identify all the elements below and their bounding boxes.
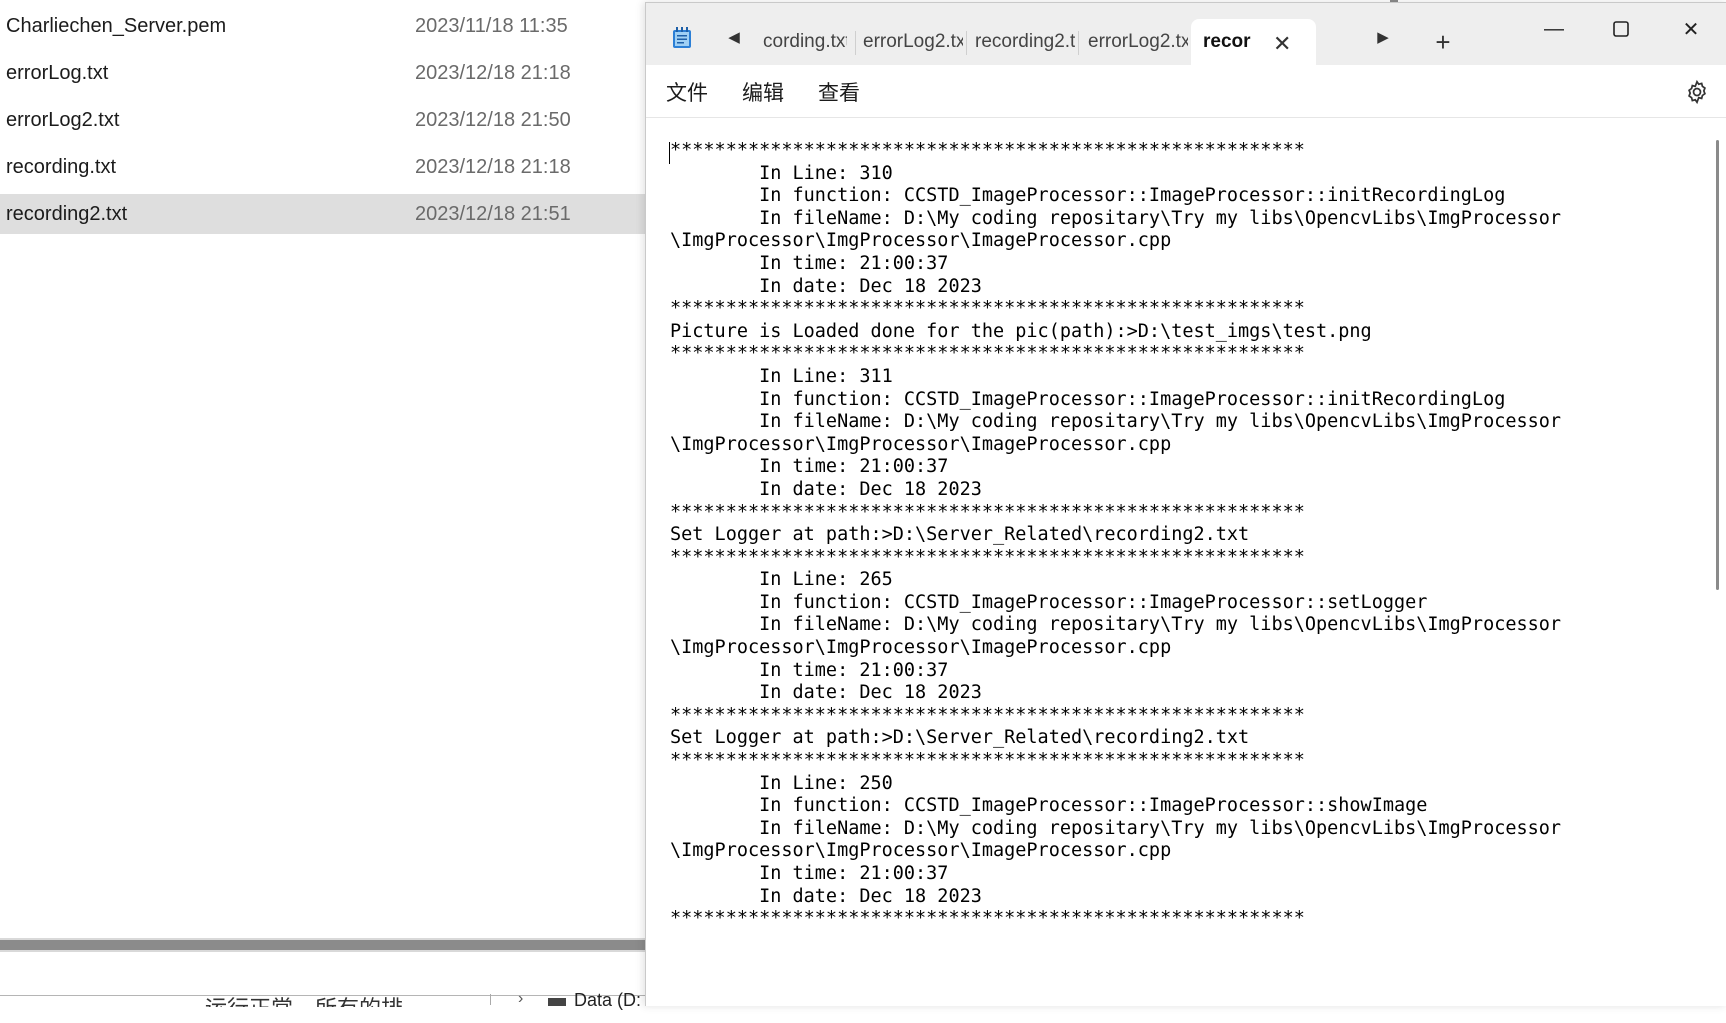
file-name: Charliechen_Server.pem [6,14,227,37]
file-date: 2023/11/18 11:35 [415,14,568,37]
tab[interactable]: errorLog2.tx [857,19,965,65]
new-tab-button[interactable]: + [1426,25,1460,59]
menu-bar: 文件 编辑 查看 [646,65,1726,118]
file-name: errorLog2.txt [6,108,120,131]
scrollbar-thumb[interactable] [0,940,645,950]
file-row[interactable]: errorLog.txt 2023/12/18 21:18 [0,53,645,93]
horizontal-scrollbar[interactable] [0,938,645,952]
tab[interactable]: errorLog2.tx [1080,19,1190,65]
tab-separator [1078,31,1079,55]
file-row[interactable]: Charliechen_Server.pem 2023/11/18 11:35 [0,6,645,46]
chevron-right-icon[interactable]: › [518,990,523,1008]
file-row[interactable]: recording.txt 2023/12/18 21:18 [0,147,645,187]
triangle-right-icon[interactable]: ▶ [1368,23,1398,51]
close-icon[interactable]: ✕ [1273,31,1291,57]
notepad-window: ◀ cording.txt errorLog2.tx recording2.t … [645,2,1726,1006]
editor-content[interactable]: ****************************************… [670,140,1561,931]
tab-label: cording.txt [763,31,847,52]
partial-status-text: 运行正常，所有的排 [205,996,404,1021]
file-date: 2023/12/18 21:50 [415,108,571,131]
file-row-selected[interactable]: recording2.txt 2023/12/18 21:51 [0,194,645,234]
file-explorer: Charliechen_Server.pem 2023/11/18 11:35 … [0,0,645,1010]
file-date: 2023/12/18 21:51 [415,202,571,225]
triangle-left-icon[interactable]: ◀ [719,23,749,51]
tab-separator [966,31,967,55]
title-bar[interactable]: ◀ cording.txt errorLog2.tx recording2.t … [646,3,1726,65]
file-row[interactable]: errorLog2.txt 2023/12/18 21:50 [0,100,645,140]
menu-edit[interactable]: 编辑 [742,77,784,107]
tab-label: recording2.t [975,31,1075,52]
tab-label: errorLog2.tx [863,31,963,52]
close-window-button[interactable]: ✕ [1661,9,1721,49]
tab[interactable]: recording2.t [968,19,1078,65]
gear-icon[interactable] [1684,79,1710,105]
file-name: recording2.txt [6,202,128,225]
tab-separator [855,31,856,55]
tab-label: errorLog2.tx [1088,31,1188,52]
vertical-scrollbar[interactable] [1716,140,1719,590]
tab-label: recor [1203,31,1251,52]
file-date: 2023/12/18 21:18 [415,61,571,84]
file-date: 2023/12/18 21:18 [415,155,571,178]
file-name: recording.txt [6,155,117,178]
menu-file[interactable]: 文件 [666,77,708,107]
maximize-icon [1613,21,1629,37]
divider [490,994,491,1005]
text-editor[interactable]: ****************************************… [646,118,1726,1006]
menu-view[interactable]: 查看 [818,77,860,107]
file-name: errorLog.txt [6,61,109,84]
drive-label[interactable]: Data (D: [574,990,641,1011]
maximize-button[interactable] [1591,9,1651,49]
minimize-button[interactable]: — [1524,9,1584,49]
notepad-icon [673,27,691,48]
tab-active[interactable]: recor ✕ [1191,19,1316,65]
tab[interactable]: cording.txt [756,19,856,65]
